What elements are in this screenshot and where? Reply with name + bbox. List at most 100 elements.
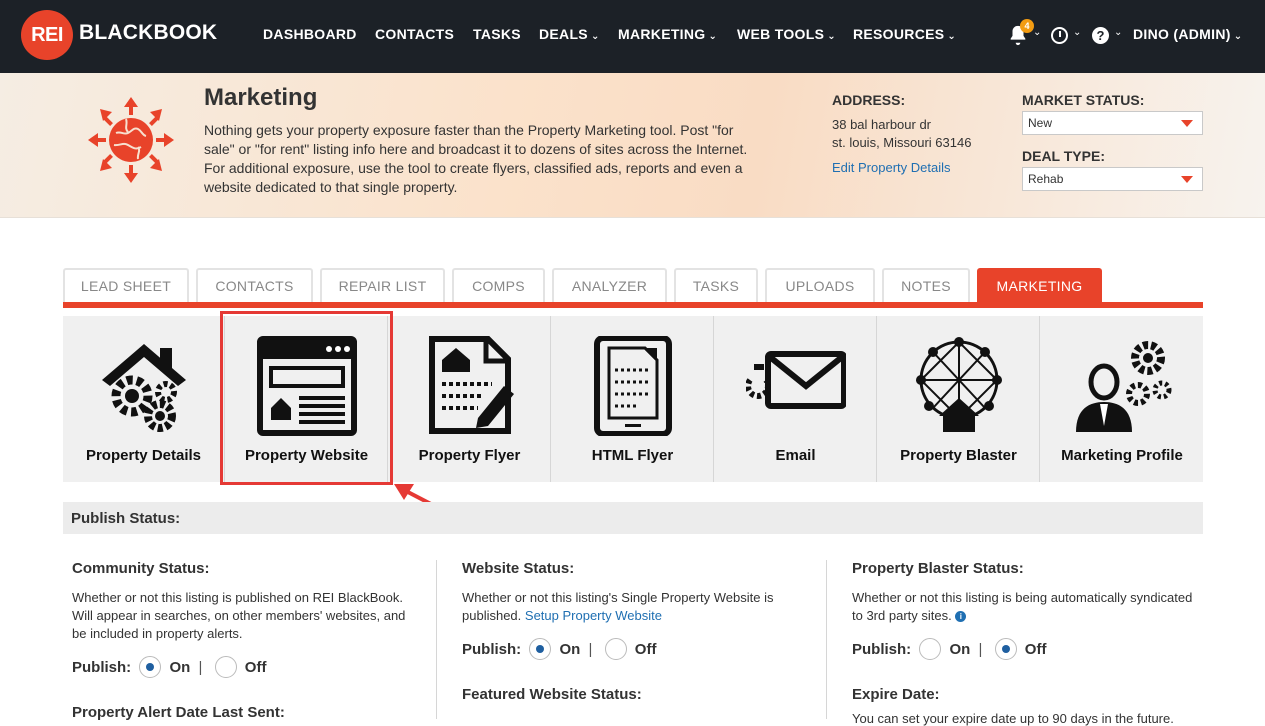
deal-type-value: Rehab	[1028, 172, 1064, 186]
website-publish-off-radio[interactable]	[604, 638, 627, 660]
flyer-document-icon	[429, 336, 514, 434]
clock-icon[interactable]	[1051, 27, 1068, 44]
tab-comps[interactable]: COMPS	[452, 268, 545, 302]
chevron-down-icon: ⌄	[708, 31, 718, 42]
edit-property-details-link[interactable]: Edit Property Details	[832, 160, 951, 175]
separator: |	[198, 659, 203, 676]
market-status-value: New	[1028, 116, 1053, 130]
nav-deals[interactable]: DEALS ⌄	[539, 26, 600, 42]
tab-notes[interactable]: NOTES	[882, 268, 970, 302]
tool-label: Email	[775, 447, 816, 464]
publish-label: Publish:	[852, 641, 912, 658]
chevron-down-icon: ⌄	[1233, 31, 1243, 42]
expire-date-title: Expire Date:	[852, 686, 940, 703]
property-alert-date-title: Property Alert Date Last Sent:	[72, 704, 285, 721]
community-publish-on-radio[interactable]	[139, 656, 162, 678]
website-publish-on-radio[interactable]	[529, 638, 552, 660]
blaster-status-text-block: Whether or not this listing is being aut…	[852, 589, 1202, 625]
nav-contacts[interactable]: CONTACTS	[375, 26, 454, 42]
blaster-status-text: Whether or not this listing is being aut…	[852, 590, 1193, 623]
tool-label: Property Flyer	[418, 447, 521, 464]
chevron-down-icon[interactable]: ⌄	[1114, 27, 1122, 38]
logo-mark: REI	[21, 10, 73, 60]
nav-marketing[interactable]: MARKETING ⌄	[618, 26, 717, 42]
tool-email[interactable]: Email	[715, 316, 877, 482]
blaster-status-title: Property Blaster Status:	[852, 560, 1024, 577]
tab-underline-bar	[63, 302, 1203, 308]
market-status-label: MARKET STATUS:	[1022, 92, 1145, 108]
tab-marketing[interactable]: MARKETING	[977, 268, 1102, 302]
on-label: On	[949, 641, 971, 658]
tool-label: Marketing Profile	[1061, 447, 1183, 464]
website-status-title: Website Status:	[462, 560, 575, 577]
nav-marketing-label: MARKETING	[618, 26, 706, 42]
user-menu[interactable]: DINO (ADMIN) ⌄	[1133, 26, 1242, 42]
tab-lead-sheet[interactable]: LEAD SHEET	[63, 268, 189, 302]
info-icon[interactable]: i	[955, 611, 967, 622]
publish-label: Publish:	[72, 659, 132, 676]
publish-status-heading: Publish Status:	[63, 502, 1203, 534]
tab-uploads[interactable]: UPLOADS	[765, 268, 875, 302]
separator: |	[588, 641, 593, 658]
chevron-down-icon[interactable]: ⌄	[1073, 27, 1081, 38]
person-gears-icon	[1076, 341, 1172, 432]
blaster-status-section: Property Blaster Status: Whether or not …	[852, 560, 1202, 625]
tab-repair-list[interactable]: REPAIR LIST	[320, 268, 445, 302]
tab-analyzer[interactable]: ANALYZER	[552, 268, 667, 302]
nav-dashboard-label: DASHBOARD	[263, 26, 357, 42]
tool-html-flyer[interactable]: HTML Flyer	[552, 316, 714, 482]
address-label: ADDRESS:	[832, 92, 906, 108]
tool-label: HTML Flyer	[591, 447, 674, 464]
setup-property-website-link[interactable]: Setup Property Website	[525, 608, 662, 623]
nav-deals-label: DEALS	[539, 26, 588, 42]
website-status-text-block: Whether or not this listing's Single Pro…	[462, 589, 812, 625]
chevron-down-icon: ⌄	[947, 31, 957, 42]
featured-website-status-title: Featured Website Status:	[462, 686, 642, 703]
publish-label: Publish:	[462, 641, 522, 658]
off-label: Off	[634, 641, 657, 658]
community-status-text: Whether or not this listing is published…	[72, 590, 406, 641]
tool-label: Property Blaster	[900, 447, 1017, 464]
dropdown-arrow-icon	[1181, 120, 1193, 127]
community-publish-off-radio[interactable]	[214, 656, 237, 678]
tablet-document-icon	[594, 336, 672, 436]
notification-count-badge: 4	[1020, 19, 1034, 33]
nav-tasks-label: TASKS	[473, 26, 521, 42]
logo-text: BLACKBOOK	[79, 21, 218, 44]
top-navigation-bar: REI BLACKBOOK DASHBOARD CONTACTS TASKS D…	[0, 0, 1265, 73]
off-label: Off	[244, 659, 267, 676]
on-label: On	[559, 641, 581, 658]
tool-label: Property Details	[85, 447, 202, 464]
page-description: Nothing gets your property exposure fast…	[204, 122, 748, 195]
network-house-icon	[916, 337, 1002, 432]
blaster-publish-on-radio[interactable]	[919, 638, 942, 660]
address-line-1: 38 bal harbour dr	[832, 117, 932, 132]
nav-dashboard[interactable]: DASHBOARD	[263, 26, 357, 42]
chevron-down-icon: ⌄	[590, 31, 600, 42]
nav-web-tools[interactable]: WEB TOOLS ⌄	[737, 26, 836, 42]
highlight-annotation-box	[220, 311, 393, 485]
nav-tasks[interactable]: TASKS	[473, 26, 521, 42]
tool-property-blaster[interactable]: Property Blaster	[878, 316, 1040, 482]
nav-contacts-label: CONTACTS	[375, 26, 455, 42]
tool-property-details[interactable]: Property Details	[63, 316, 225, 482]
column-divider	[826, 560, 827, 719]
house-gears-icon	[102, 344, 186, 432]
market-status-select[interactable]: New	[1022, 111, 1203, 135]
tool-property-flyer[interactable]: Property Flyer	[389, 316, 551, 482]
blaster-publish-off-radio[interactable]	[994, 638, 1017, 660]
chevron-down-icon: ⌄	[827, 31, 836, 42]
chevron-down-icon[interactable]: ⌄	[1033, 27, 1041, 38]
nav-web-tools-label: WEB TOOLS	[737, 26, 825, 42]
community-status-section: Community Status: Whether or not this li…	[72, 560, 422, 643]
blaster-publish-row: Publish: On | Off	[852, 638, 1046, 660]
tab-contacts[interactable]: CONTACTS	[196, 268, 313, 302]
community-status-title: Community Status:	[72, 560, 210, 577]
deal-type-select[interactable]: Rehab	[1022, 167, 1203, 191]
tab-tasks[interactable]: TASKS	[674, 268, 758, 302]
tool-marketing-profile[interactable]: Marketing Profile	[1041, 316, 1203, 482]
website-publish-row: Publish: On | Off	[462, 638, 656, 660]
off-label: Off	[1024, 641, 1047, 658]
help-icon[interactable]: ?	[1092, 27, 1109, 44]
nav-resources[interactable]: RESOURCES ⌄	[853, 26, 956, 42]
